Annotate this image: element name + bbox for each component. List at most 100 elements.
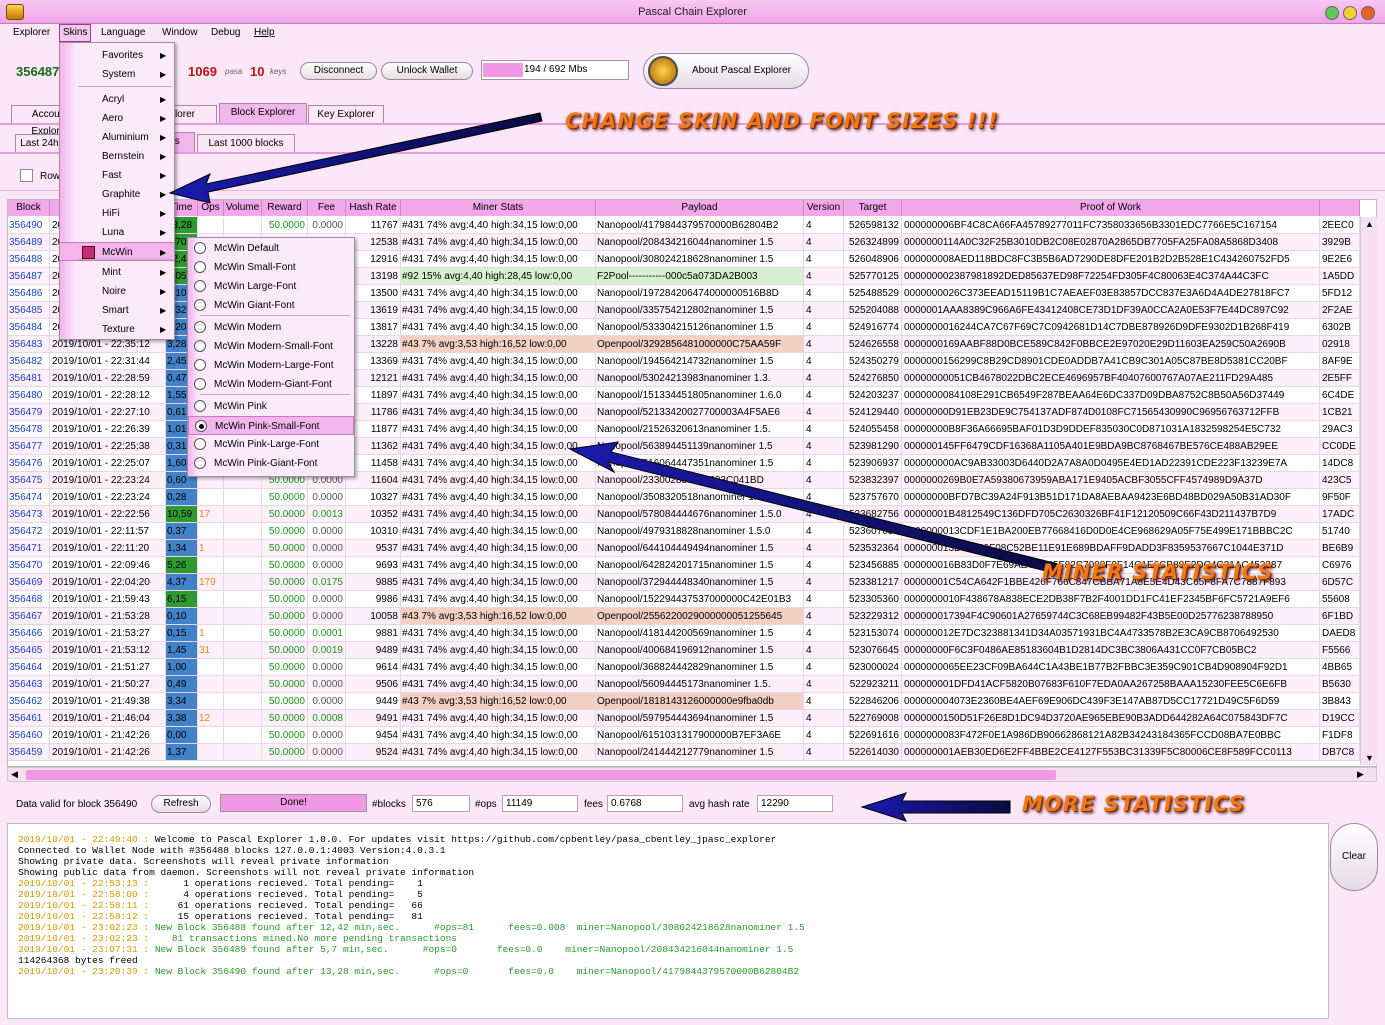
skin-item-mint[interactable]: Mint ▶ [60,263,174,282]
table-row[interactable]: 356474 2019/10/01 - 22:23:24 0,28 50.0000 0.… [8,489,1361,506]
table-cell: 523000024 [844,659,902,676]
table-cell [224,676,262,693]
column-header[interactable]: Target [844,200,902,216]
table-row[interactable]: 356465 2019/10/01 - 21:53:12 1,45 31 50.0000… [8,642,1361,659]
log-line: 2019/10/01 - 22:58:11 : 61 operations re… [18,900,1328,911]
column-header[interactable]: Volume [224,200,262,216]
scroll-up-icon[interactable]: ▲ [1365,219,1374,229]
table-cell: 524129440 [844,404,902,421]
fees-field[interactable]: 0.6768 [607,795,683,812]
table-row[interactable]: 356459 2019/10/01 - 21:42:26 1,37 50.0000 0.… [8,744,1361,761]
column-header[interactable]: Hash Rate [346,200,401,216]
skin-item-hifi[interactable]: HiFi ▶ [60,204,174,223]
table-cell: 000000012E7DC323881341D34A03571931BC4A47… [902,625,1320,642]
mcwin-item[interactable]: McWin Large-Font [188,277,354,296]
table-cell: 000000004073E2360BE4AEF69E906DC439F3E147… [902,693,1320,710]
about-button[interactable]: About Pascal Explorer [643,53,809,89]
table-row[interactable]: 356466 2019/10/01 - 21:53:27 0,15 1 50.0000 0… [8,625,1361,642]
close-button[interactable] [1361,6,1375,20]
mcwin-item[interactable]: McWin Small-Font [188,258,354,277]
blocks-field[interactable]: 576 [412,795,470,812]
radio-icon [194,438,206,450]
mcwin-item[interactable]: McWin Modern-Large-Font [188,356,354,375]
table-row[interactable]: 356462 2019/10/01 - 21:49:38 3,34 50.0000 0.… [8,693,1361,710]
log-message: New Block 356489 found after 5,7 min,sec… [154,944,794,955]
menu-help[interactable]: Help [254,27,275,38]
table-cell: 0.0000 [308,608,346,625]
radio-icon [194,457,206,469]
unlock-wallet-button[interactable]: Unlock Wallet [381,62,473,80]
skin-item-aero[interactable]: Aero ▶ [60,109,174,128]
column-header[interactable]: Miner Stats [401,200,596,216]
skin-item-graphite[interactable]: Graphite ▶ [60,185,174,204]
tab-block-explorer[interactable]: Block Explorer [219,103,307,123]
table-row[interactable]: 356463 2019/10/01 - 21:50:27 0,49 50.0000 0.… [8,676,1361,693]
table-row[interactable]: 356473 2019/10/01 - 22:22:56 10,59 17 50.000… [8,506,1361,523]
table-row[interactable]: 356467 2019/10/01 - 21:53:28 0,10 50.0000 0.… [8,608,1361,625]
table-cell: 000000000AC9AB33003D6440D2A7A8A0D0495E4E… [902,455,1320,472]
mcwin-item[interactable]: McWin Pink-Small-Font [188,416,354,435]
table-row[interactable]: 356468 2019/10/01 - 21:59:43 6,15 50.0000 0.… [8,591,1361,608]
table-row[interactable]: 356461 2019/10/01 - 21:46:04 3,38 12 50.0000… [8,710,1361,727]
refresh-button[interactable]: Refresh [151,795,211,813]
disconnect-button[interactable]: Disconnect [300,62,377,80]
minimize-button[interactable] [1325,6,1339,20]
skin-item-bernstein[interactable]: Bernstein ▶ [60,147,174,166]
ops-field[interactable]: 11149 [502,795,578,812]
menu-window[interactable]: Window [162,27,198,38]
skin-item-smart[interactable]: Smart ▶ [60,301,174,320]
mcwin-item[interactable]: McWin Modern-Small-Font [188,337,354,356]
table-cell: Openpool/2556220029000000051255645 [596,608,804,625]
mcwin-item[interactable]: McWin Giant-Font [188,296,354,315]
column-header[interactable] [1320,200,1360,216]
horizontal-scrollbar[interactable]: ◀ ▶ [7,767,1377,782]
column-header[interactable]: Ops [198,200,224,216]
tab-last-1000[interactable]: Last 1000 blocks [197,134,295,152]
scroll-left-icon[interactable]: ◀ [11,769,18,780]
clear-button[interactable]: Clear [1330,823,1378,891]
column-header[interactable]: Version [804,200,844,216]
table-row[interactable]: 356460 2019/10/01 - 21:42:26 0,00 50.0000 0.… [8,727,1361,744]
table-cell: 0000000150D51F26E8D1DC94D3720AE965EBE90B… [902,710,1320,727]
rows-checkbox[interactable] [20,169,33,182]
skin-item-fast[interactable]: Fast ▶ [60,166,174,185]
skin-item-system[interactable]: System ▶ [60,65,174,84]
mcwin-item[interactable]: McWin Pink-Giant-Font [188,454,354,473]
hash-rate-field[interactable]: 12290 [757,795,833,812]
skin-item-noire[interactable]: Noire ▶ [60,282,174,301]
column-header[interactable]: Block [8,200,50,216]
menu-explorer[interactable]: Explorer [13,27,50,38]
menu-language[interactable]: Language [101,27,146,38]
table-cell [224,557,262,574]
horizontal-scroll-thumb[interactable] [26,770,1056,780]
skin-item-luna[interactable]: Luna ▶ [60,223,174,242]
table-cell: 2019/10/01 - 22:25:07 [50,455,166,472]
column-header[interactable]: Proof of Work [902,200,1320,216]
skin-item-acryl[interactable]: Acryl ▶ [60,90,174,109]
skin-item-favorites[interactable]: Favorites ▶ [60,46,174,65]
skin-item-texture[interactable]: Texture ▶ [60,320,174,339]
skin-item-aluminium[interactable]: Aluminium ▶ [60,128,174,147]
table-row[interactable]: 356464 2019/10/01 - 21:51:27 1,00 50.0000 0.… [8,659,1361,676]
vertical-scrollbar[interactable]: ▲ ▼ [1360,217,1377,765]
menu-debug[interactable]: Debug [211,27,240,38]
mcwin-item[interactable]: McWin Pink [188,397,354,416]
tab-key-explorer[interactable]: Key Explorer [308,105,384,123]
scroll-right-icon[interactable]: ▶ [1357,769,1364,780]
column-header[interactable]: Fee [308,200,346,216]
maximize-button[interactable] [1343,6,1357,20]
column-header[interactable]: Payload [596,200,804,216]
mcwin-item-label: McWin Pink [214,401,267,412]
mcwin-item[interactable]: McWin Default [188,239,354,258]
table-row[interactable]: 3564902019/10/01 - 22:49:4013,2850.00000… [8,217,1361,234]
menu-skins[interactable]: Skins [59,24,92,42]
column-header[interactable]: Reward [262,200,308,216]
scroll-down-icon[interactable]: ▼ [1365,753,1374,763]
mcwin-item[interactable]: McWin Modern-Giant-Font [188,375,354,394]
radio-icon [194,400,206,412]
table-cell: #431 74% avg:4,40 high:34,15 low:0,00 [401,523,596,540]
mcwin-item[interactable]: McWin Pink-Large-Font [188,435,354,454]
table-row[interactable]: 356471 2019/10/01 - 22:11:20 1,34 1 50.0000 0… [8,540,1361,557]
mcwin-item[interactable]: McWin Modern [188,318,354,337]
table-row[interactable]: 356472 2019/10/01 - 22:11:57 0,37 50.0000 0.… [8,523,1361,540]
